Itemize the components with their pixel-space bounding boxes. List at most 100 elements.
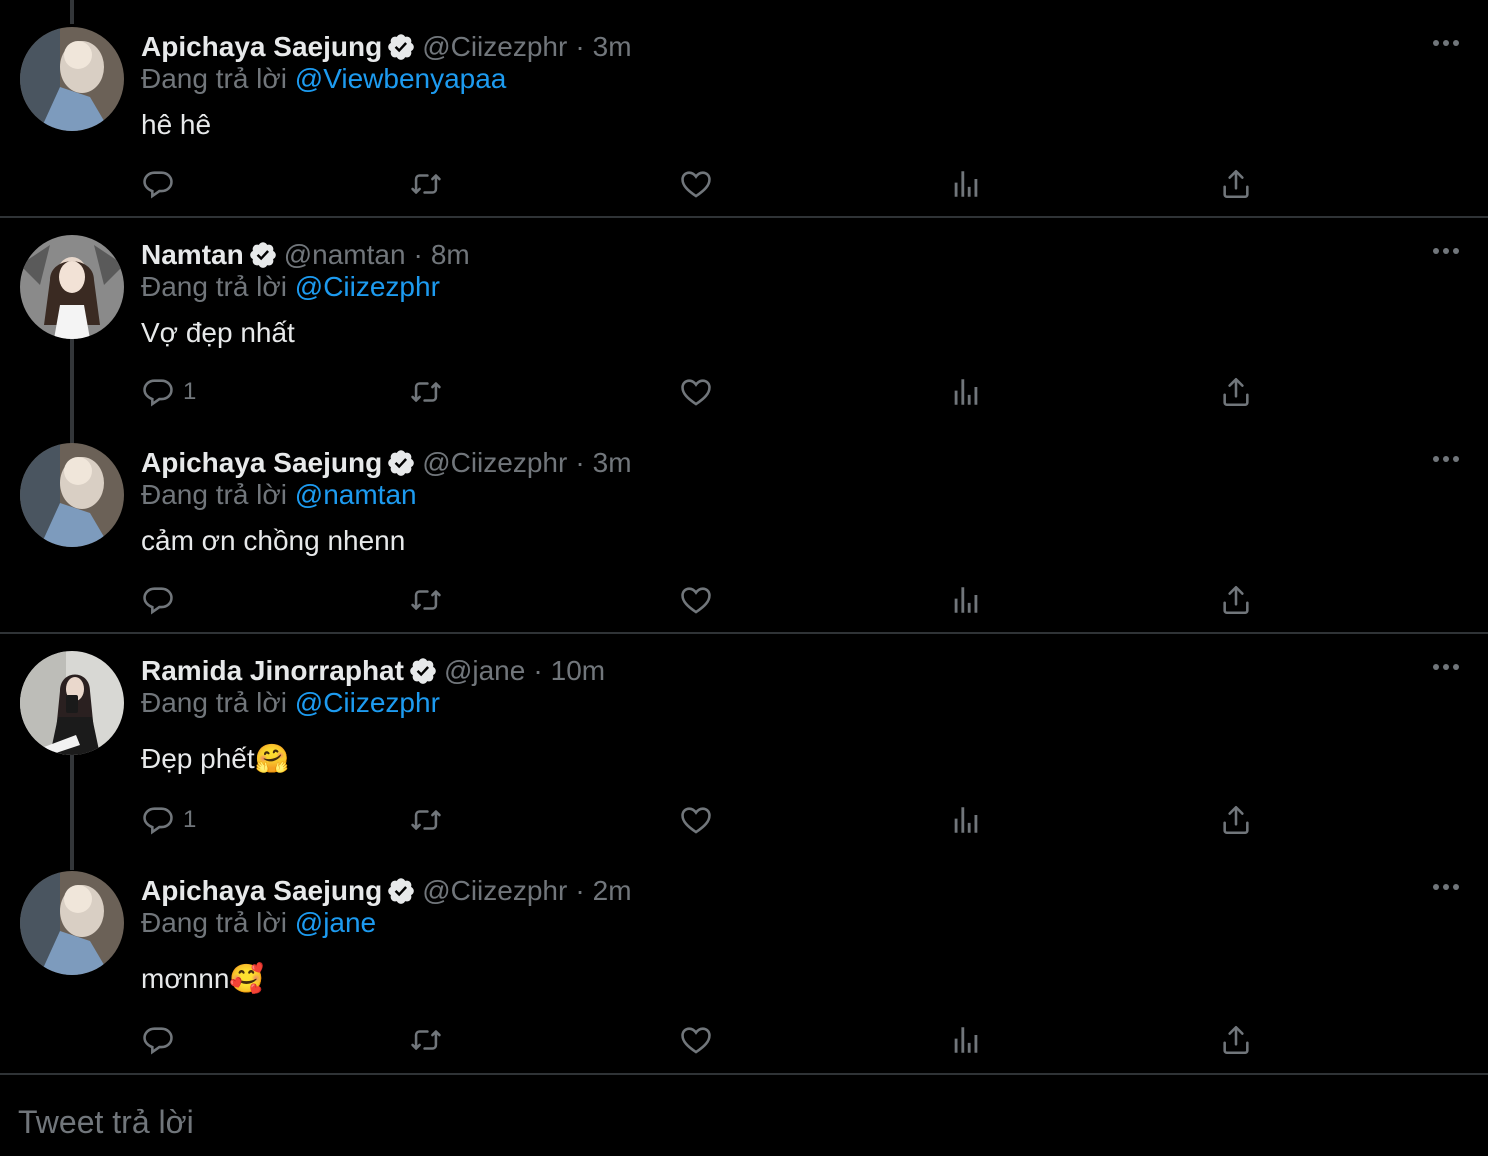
verified-badge-icon	[249, 242, 276, 268]
share-button[interactable]	[1219, 800, 1253, 840]
separator-dot: ·	[575, 31, 585, 62]
retweet-button[interactable]	[409, 1020, 443, 1060]
tweet-text: Đẹp phết🤗	[141, 743, 290, 774]
author-handle[interactable]: @Ciizezphr	[422, 30, 567, 64]
reply-button[interactable]	[141, 1020, 183, 1060]
reply-icon	[143, 807, 173, 835]
views-icon	[954, 1027, 978, 1053]
author-name[interactable]: Apichaya Saejung	[141, 446, 382, 480]
views-icon	[954, 171, 978, 197]
separator-dot: ·	[575, 447, 585, 478]
share-icon	[1223, 585, 1249, 615]
timestamp[interactable]: 3m	[593, 30, 632, 64]
views-icon	[954, 807, 978, 833]
replying-to: Đang trả lời @Ciizezphr	[141, 270, 440, 304]
avatar[interactable]	[20, 871, 124, 975]
author-handle[interactable]: @Ciizezphr	[422, 874, 567, 908]
like-icon	[681, 587, 711, 614]
tweet[interactable]: Apichaya Saejung @Ciizezphr · 2m Đang tr…	[0, 844, 1488, 1073]
replying-to: Đang trả lời @Viewbenyapaa	[141, 62, 506, 96]
tweet[interactable]: Namtan @namtan · 8m Đang trả lời @Ciizez…	[0, 208, 1488, 424]
author-name[interactable]: Namtan	[141, 238, 244, 272]
reply-button[interactable]	[141, 580, 183, 620]
timestamp[interactable]: 8m	[431, 238, 470, 272]
retweet-button[interactable]	[409, 580, 443, 620]
timestamp[interactable]: 10m	[551, 654, 605, 688]
views-button[interactable]	[949, 580, 983, 620]
author-handle[interactable]: @Ciizezphr	[422, 446, 567, 480]
replying-to: Đang trả lời @jane	[141, 906, 376, 940]
share-button[interactable]	[1219, 372, 1253, 412]
like-icon	[681, 807, 711, 834]
like-icon	[681, 379, 711, 406]
retweet-icon	[411, 590, 441, 610]
replying-prefix: Đang trả lời	[141, 907, 287, 938]
views-button[interactable]	[949, 1020, 983, 1060]
replying-to-handle[interactable]: @namtan	[295, 479, 417, 510]
author-handle[interactable]: @namtan	[284, 238, 406, 272]
divider	[0, 1073, 1488, 1075]
reply-icon	[143, 379, 173, 407]
retweet-button[interactable]	[409, 800, 443, 840]
tweet-actions: 1	[141, 800, 1261, 840]
share-icon	[1223, 805, 1249, 835]
share-button[interactable]	[1219, 1020, 1253, 1060]
more-icon[interactable]	[1428, 652, 1464, 682]
share-icon	[1223, 1025, 1249, 1055]
views-icon	[954, 379, 978, 405]
reply-count: 1	[183, 378, 197, 405]
replying-prefix: Đang trả lời	[141, 687, 287, 718]
tweet-text: Vợ đẹp nhất	[141, 317, 295, 348]
like-button[interactable]	[679, 164, 713, 204]
retweet-button[interactable]	[409, 372, 443, 412]
avatar[interactable]	[20, 235, 124, 339]
verified-badge-icon	[388, 878, 414, 904]
views-button[interactable]	[949, 372, 983, 412]
views-button[interactable]	[949, 164, 983, 204]
share-button[interactable]	[1219, 164, 1253, 204]
reply-button[interactable]: 1	[141, 800, 196, 840]
author-name[interactable]: Apichaya Saejung	[141, 874, 382, 908]
timestamp[interactable]: 2m	[593, 874, 632, 908]
reply-compose-input[interactable]: Tweet trả lời	[18, 1104, 194, 1141]
avatar[interactable]	[20, 443, 124, 547]
separator-dot: ·	[533, 655, 543, 686]
replying-prefix: Đang trả lời	[141, 271, 287, 302]
retweet-button[interactable]	[409, 164, 443, 204]
avatar[interactable]	[20, 651, 124, 755]
like-button[interactable]	[679, 372, 713, 412]
like-button[interactable]	[679, 1020, 713, 1060]
share-button[interactable]	[1219, 580, 1253, 620]
views-button[interactable]	[949, 800, 983, 840]
more-icon[interactable]	[1428, 444, 1464, 474]
timestamp[interactable]: 3m	[593, 446, 632, 480]
more-icon[interactable]	[1428, 872, 1464, 902]
reply-button[interactable]: 1	[141, 372, 196, 412]
tweet[interactable]: Apichaya Saejung @Ciizezphr · 3m Đang tr…	[0, 0, 1488, 216]
tweet-actions	[141, 164, 1261, 204]
reply-button[interactable]	[141, 164, 183, 204]
avatar[interactable]	[20, 27, 124, 131]
replying-to-handle[interactable]: @Ciizezphr	[295, 687, 440, 718]
replying-to-handle[interactable]: @Ciizezphr	[295, 271, 440, 302]
more-icon[interactable]	[1428, 236, 1464, 266]
tweet-text: hê hê	[141, 109, 212, 140]
author-handle[interactable]: @jane	[444, 654, 525, 688]
replying-to-handle[interactable]: @jane	[295, 907, 376, 938]
author-name[interactable]: Apichaya Saejung	[141, 30, 382, 64]
reply-icon	[143, 171, 173, 199]
like-icon	[681, 171, 711, 198]
like-button[interactable]	[679, 580, 713, 620]
author-name[interactable]: Ramida Jinorraphat	[141, 654, 404, 688]
more-icon[interactable]	[1428, 28, 1464, 58]
tweet[interactable]: Ramida Jinorraphat @jane · 10m Đang trả …	[0, 624, 1488, 854]
verified-badge-icon	[410, 658, 436, 684]
retweet-icon	[411, 1030, 441, 1050]
retweet-icon	[411, 174, 441, 194]
tweet-text: cảm ơn chồng nhenn	[141, 525, 406, 556]
verified-badge-icon	[388, 450, 414, 476]
replying-to: Đang trả lời @namtan	[141, 478, 417, 512]
like-button[interactable]	[679, 800, 713, 840]
tweet[interactable]: Apichaya Saejung @Ciizezphr · 3m Đang tr…	[0, 416, 1488, 632]
replying-to-handle[interactable]: @Viewbenyapaa	[295, 63, 507, 94]
